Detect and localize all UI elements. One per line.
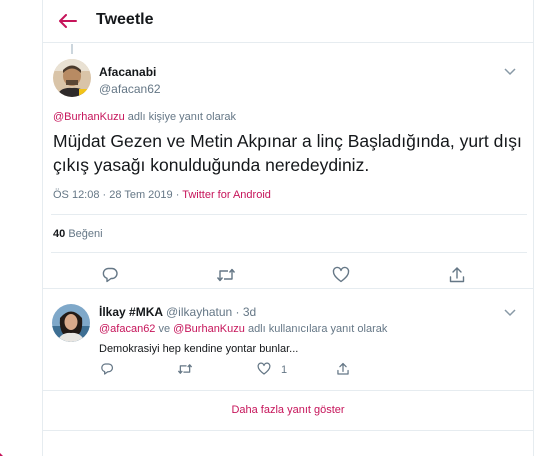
reply-context: @BurhanKuzu adlı kişiye yanıt olarak xyxy=(53,111,236,123)
retweet-button[interactable] xyxy=(177,361,193,377)
likes-stat[interactable]: 40 Beğeni xyxy=(53,228,103,240)
divider xyxy=(43,390,533,391)
chevron-down-icon xyxy=(504,68,516,76)
reply-context-text: adlı kişiye yanıt olarak xyxy=(124,111,236,123)
tweet-menu-button[interactable] xyxy=(502,64,518,78)
tweet-menu-button[interactable] xyxy=(502,305,518,319)
avatar[interactable] xyxy=(53,59,91,97)
likes-count: 40 xyxy=(53,228,66,240)
reply-context-text: ve xyxy=(155,323,174,335)
share-button[interactable] xyxy=(447,265,467,285)
author-name[interactable]: Afacanabi xyxy=(99,65,156,79)
author-handle[interactable]: @ilkayhatun · 3d xyxy=(166,305,256,319)
reply-button[interactable] xyxy=(99,361,115,377)
back-button[interactable] xyxy=(55,9,81,33)
retweet-icon xyxy=(177,364,193,374)
author-name[interactable]: İlkay #MKA xyxy=(99,305,163,319)
reply-button[interactable] xyxy=(100,265,120,285)
timestamp[interactable]: ÖS 12:08 · 28 Tem 2019 · xyxy=(53,189,182,201)
mention-link[interactable]: @BurhanKuzu xyxy=(53,111,125,123)
page-header: Tweetle xyxy=(43,0,533,43)
divider xyxy=(51,214,527,215)
avatar[interactable] xyxy=(52,304,90,342)
corner-decoration xyxy=(0,446,10,456)
reply-context-text: adlı kullanıcılara yanıt olarak xyxy=(244,323,388,335)
like-button[interactable] xyxy=(331,265,351,285)
chevron-down-icon xyxy=(504,309,516,317)
source-link[interactable]: Twitter for Android xyxy=(182,189,271,201)
mention-link[interactable]: @BurhanKuzu xyxy=(173,323,245,335)
back-arrow-icon xyxy=(59,14,77,28)
like-icon xyxy=(332,266,350,283)
reply-tweet[interactable]: İlkay #MKA @ilkayhatun · 3d @afacan62 ve… xyxy=(43,288,533,390)
like-button[interactable] xyxy=(256,361,272,377)
retweet-button[interactable] xyxy=(216,265,236,285)
divider xyxy=(51,252,527,253)
tweet-page: Tweetle Afacanabi @afacan62 @BurhanKuzu … xyxy=(42,0,534,456)
share-icon xyxy=(449,267,465,283)
tweet-meta: ÖS 12:08 · 28 Tem 2019 · Twitter for And… xyxy=(53,189,271,201)
thread-connector xyxy=(71,44,73,54)
page-title: Tweetle xyxy=(96,11,154,28)
divider xyxy=(43,430,533,431)
share-icon xyxy=(337,362,349,375)
tweet-text: Müjdat Gezen ve Metin Akpınar a linç Baş… xyxy=(53,131,522,175)
reply-icon xyxy=(102,267,118,283)
share-button[interactable] xyxy=(335,361,351,377)
reply-icon xyxy=(101,363,114,375)
like-count: 1 xyxy=(281,364,288,376)
like-icon xyxy=(257,362,271,375)
reply-text: Demokrasiyi hep kendine yontar bunlar... xyxy=(99,343,299,355)
likes-label: Beğeni xyxy=(68,228,103,240)
retweet-icon xyxy=(216,268,236,282)
mention-link[interactable]: @afacan62 xyxy=(99,323,155,335)
reply-context: @afacan62 ve @BurhanKuzu adlı kullanıcıl… xyxy=(99,323,387,335)
show-more-replies-button[interactable]: Daha fazla yanıt göster xyxy=(43,404,533,416)
author-handle[interactable]: @afacan62 xyxy=(99,82,161,96)
